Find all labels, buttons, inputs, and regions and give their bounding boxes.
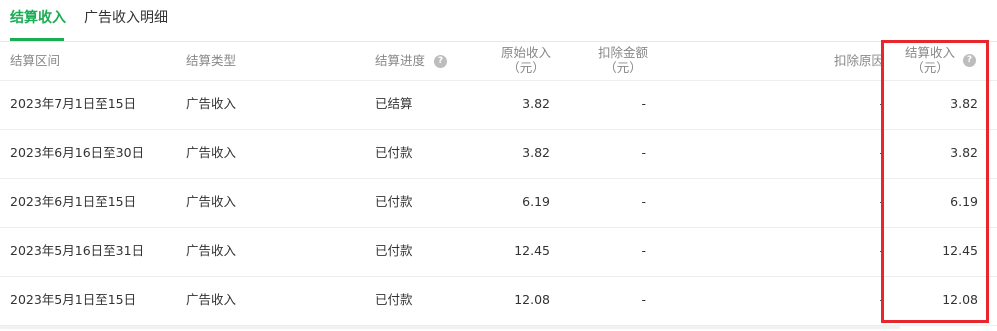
cell-deduct: - [641,145,646,160]
cell-reason: - [879,194,884,209]
cell-type: 广告收入 [186,145,237,160]
cell-original: 6.19 [522,194,550,209]
cell-settled: 12.08 [942,292,978,307]
cell-progress: 已付款 [375,292,413,307]
cell-original: 3.82 [522,96,550,111]
cell-period: 2023年5月1日至15日 [10,292,137,307]
header-settled: 结算收入 （元） [904,45,955,75]
header-reason: 扣除原因 [833,53,884,68]
header-period: 结算区间 [10,53,61,68]
header-original: 原始收入 （元） [500,45,551,75]
cell-progress: 已付款 [375,243,413,258]
cell-period: 2023年7月1日至15日 [10,96,137,111]
tab-settlement-income[interactable]: 结算收入 [10,8,66,28]
table-row: 2023年6月1日至15日 广告收入 已付款 6.19 - - 6.19 [0,178,997,228]
cell-type: 广告收入 [186,194,237,209]
cell-period: 2023年5月16日至31日 [10,243,145,258]
cell-deduct: - [641,96,646,111]
table-row: 2023年5月16日至31日 广告收入 已付款 12.45 - - 12.45 [0,227,997,277]
header-progress: 结算进度 ? [375,53,447,68]
cell-deduct: - [641,194,646,209]
cell-progress: 已付款 [375,194,413,209]
table-row: 2023年5月1日至15日 广告收入 已付款 12.08 - - 12.08 [0,276,997,326]
table-row: 2023年6月16日至30日 广告收入 已付款 3.82 - - 3.82 [0,129,997,179]
cell-deduct: - [641,292,646,307]
cell-original: 12.45 [514,243,550,258]
cell-settled: 6.19 [950,194,978,209]
cell-original: 12.08 [514,292,550,307]
table-row: 2023年7月1日至15日 广告收入 已结算 3.82 - - 3.82 [0,80,997,130]
tab-bar: 结算收入 广告收入明细 [0,0,997,42]
cell-type: 广告收入 [186,292,237,307]
cell-reason: - [879,243,884,258]
cell-progress: 已结算 [375,96,413,111]
table-header: 结算区间 结算类型 结算进度 ? 原始收入 （元） 扣除金额 （元） 扣除原因 … [0,42,997,81]
cell-reason: - [879,292,884,307]
horizontal-scrollbar[interactable] [0,326,900,329]
tab-ad-income-detail[interactable]: 广告收入明细 [84,8,168,28]
cell-reason: - [879,145,884,160]
cell-settled: 3.82 [950,96,978,111]
cell-period: 2023年6月1日至15日 [10,194,137,209]
header-type: 结算类型 [186,53,237,68]
cell-progress: 已付款 [375,145,413,160]
cell-deduct: - [641,243,646,258]
help-icon[interactable]: ? [434,55,447,68]
cell-period: 2023年6月16日至30日 [10,145,145,160]
cell-settled: 3.82 [950,145,978,160]
active-tab-indicator [10,38,64,41]
header-deduct: 扣除金额 （元） [597,45,648,75]
help-icon[interactable]: ? [963,54,976,67]
cell-type: 广告收入 [186,243,237,258]
cell-settled: 12.45 [942,243,978,258]
cell-reason: - [879,96,884,111]
cell-type: 广告收入 [186,96,237,111]
cell-original: 3.82 [522,145,550,160]
